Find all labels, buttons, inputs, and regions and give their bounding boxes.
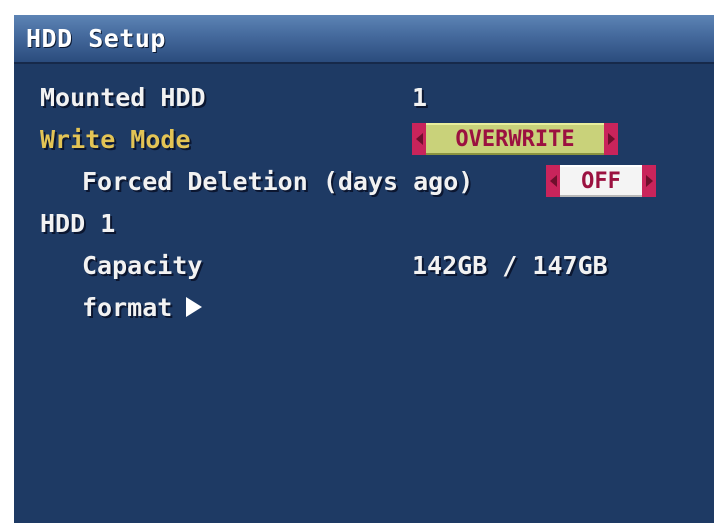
format-button[interactable]: format xyxy=(82,293,203,329)
hdd-1-section-label: HDD 1 xyxy=(40,209,116,238)
write-mode-next-button[interactable] xyxy=(604,123,618,155)
caret-left-icon xyxy=(415,133,423,145)
hdd-setup-window: HDD Setup Mounted HDD 1 Write Mode OVERW… xyxy=(14,15,714,523)
write-mode-value: OVERWRITE xyxy=(426,123,604,155)
caret-left-icon xyxy=(549,175,557,187)
title-bar: HDD Setup xyxy=(14,15,714,64)
mounted-hdd-value: 1 xyxy=(412,83,428,112)
forced-deletion-selector[interactable]: OFF xyxy=(546,165,656,197)
write-mode-selector[interactable]: OVERWRITE xyxy=(412,123,618,155)
forced-deletion-prev-button[interactable] xyxy=(546,165,560,197)
format-label: format xyxy=(82,293,173,322)
forced-deletion-label[interactable]: Forced Deletion (days ago) xyxy=(82,167,473,203)
write-mode-prev-button[interactable] xyxy=(412,123,426,155)
window-title: HDD Setup xyxy=(26,24,166,53)
forced-deletion-value: OFF xyxy=(560,165,642,197)
forced-deletion-next-button[interactable] xyxy=(642,165,656,197)
capacity-value: 142GB / 147GB xyxy=(412,251,608,280)
caret-right-icon xyxy=(607,133,615,145)
capacity-label: Capacity xyxy=(82,251,203,280)
mounted-hdd-label: Mounted HDD xyxy=(40,83,206,112)
write-mode-label[interactable]: Write Mode xyxy=(40,125,191,161)
triangle-right-icon xyxy=(186,297,203,317)
caret-right-icon xyxy=(645,175,653,187)
